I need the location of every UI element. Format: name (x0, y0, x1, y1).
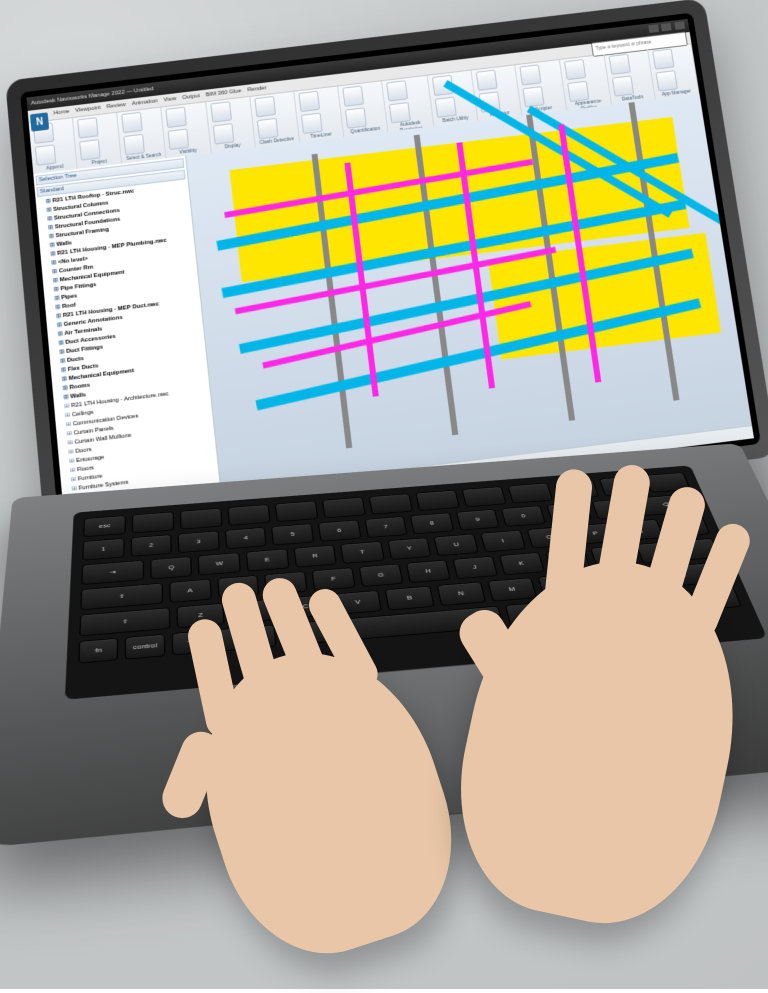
ribbon-group: Select & Search (117, 107, 167, 164)
key[interactable]: W (198, 552, 241, 575)
key[interactable] (462, 486, 507, 507)
key[interactable]: Y (387, 537, 432, 560)
key[interactable]: esc (83, 515, 126, 537)
key[interactable]: 2 (130, 534, 171, 556)
tab-output[interactable]: Output (182, 93, 200, 101)
tab-review[interactable]: Review (106, 102, 126, 110)
key[interactable] (369, 493, 413, 514)
close-icon[interactable] (674, 21, 685, 30)
key[interactable] (415, 490, 460, 511)
ribbon-button-icon[interactable] (523, 86, 545, 107)
tab-home[interactable]: Home (53, 109, 69, 117)
ribbon-group: Visibility (162, 102, 212, 159)
ribbon-group: Quantification (338, 81, 388, 138)
ribbon-button-icon[interactable] (389, 102, 411, 123)
ribbon-button-icon[interactable] (567, 81, 589, 102)
ribbon-button-icon[interactable] (210, 101, 232, 122)
ribbon-button-icon[interactable] (166, 107, 188, 128)
ribbon-group: DataTools (604, 49, 656, 105)
ribbon-group: Clash Detective (250, 92, 300, 149)
key[interactable]: 7 (364, 516, 408, 538)
ribbon-button-icon[interactable] (564, 59, 586, 80)
key[interactable]: U (434, 534, 479, 556)
key[interactable]: 8 (410, 513, 454, 535)
app-menu-button[interactable]: N (30, 112, 49, 131)
ribbon-button-icon[interactable] (608, 54, 630, 75)
key[interactable] (508, 483, 554, 504)
key[interactable]: M (487, 577, 537, 601)
key[interactable] (180, 508, 223, 530)
ribbon-button-icon[interactable] (124, 134, 146, 156)
ribbon-button-icon[interactable] (212, 123, 234, 144)
ribbon-button-icon[interactable] (655, 70, 677, 91)
ribbon-group: Project (73, 113, 122, 170)
ribbon-group: TimeLiner (294, 86, 344, 143)
key[interactable]: 9 (456, 509, 500, 531)
key[interactable] (132, 512, 174, 534)
tab-viewpoint[interactable]: Viewpoint (75, 105, 101, 114)
ribbon-button-icon[interactable] (520, 64, 542, 85)
ribbon-button-icon[interactable] (301, 113, 323, 134)
ribbon-group: Autodesk Rendering (382, 76, 435, 133)
key-shift[interactable]: ⇧ (79, 607, 171, 636)
ribbon-button-icon[interactable] (257, 118, 279, 139)
key[interactable]: Q (150, 556, 192, 579)
tab-render[interactable]: Render (247, 85, 267, 93)
ribbon-button-icon[interactable] (77, 117, 98, 138)
key[interactable]: R (293, 545, 337, 568)
key[interactable]: J (452, 556, 497, 579)
ribbon-button-icon[interactable] (386, 80, 408, 101)
key-tab[interactable]: ⇥ (81, 560, 144, 585)
key[interactable]: T (340, 541, 384, 564)
ribbon-group: Appearance Profiler (560, 55, 612, 112)
key[interactable]: I (480, 530, 526, 552)
ribbon-group: Scripter (516, 60, 567, 116)
maximize-icon[interactable] (661, 23, 672, 32)
ribbon-button-icon[interactable] (298, 91, 320, 112)
ribbon-button-icon[interactable] (345, 107, 367, 128)
ribbon-button-icon[interactable] (35, 144, 56, 166)
tab-bim360[interactable]: BIM 360 Glue (205, 88, 241, 98)
ribbon-button-icon[interactable] (121, 112, 143, 133)
key[interactable] (322, 497, 366, 518)
ribbon-button-icon[interactable] (612, 75, 634, 96)
key[interactable] (275, 501, 319, 522)
3d-viewport[interactable] (186, 94, 752, 492)
key[interactable]: E (246, 549, 289, 572)
key[interactable]: A (169, 579, 212, 603)
key[interactable]: F (312, 567, 356, 591)
tab-view[interactable]: View (163, 96, 176, 103)
ribbon-button-icon[interactable] (342, 85, 364, 106)
key-ctrl[interactable]: control (125, 634, 165, 660)
key[interactable]: 3 (178, 531, 220, 553)
ribbon-button-icon[interactable] (254, 96, 276, 117)
key[interactable]: 1 (82, 538, 124, 561)
key[interactable]: N (436, 582, 486, 606)
ribbon-button-icon[interactable] (435, 97, 457, 118)
ribbon-button-icon[interactable] (652, 49, 674, 70)
tab-animation[interactable]: Animation (131, 98, 158, 107)
key-caps[interactable]: ⇪ (80, 583, 162, 610)
key[interactable]: 0 (501, 505, 546, 527)
ribbon-button-icon[interactable] (476, 70, 498, 91)
app-screen: Autodesk Navisworks Manage 2022 — Untitl… (26, 19, 754, 524)
key[interactable]: H (406, 560, 451, 583)
key-fn[interactable]: fn (78, 638, 118, 664)
ribbon-group: App Manager (648, 44, 700, 100)
key[interactable]: 4 (225, 527, 267, 549)
ribbon-button-icon[interactable] (168, 128, 190, 150)
minimize-icon[interactable] (648, 24, 659, 33)
key[interactable] (228, 504, 271, 526)
key[interactable]: B (385, 586, 434, 611)
key[interactable]: 6 (318, 520, 361, 542)
ribbon-button-icon[interactable] (79, 139, 101, 161)
key[interactable]: K (499, 552, 545, 575)
key[interactable]: 5 (271, 523, 314, 545)
key[interactable]: G (359, 564, 403, 587)
ribbon-group: Display (206, 97, 256, 154)
